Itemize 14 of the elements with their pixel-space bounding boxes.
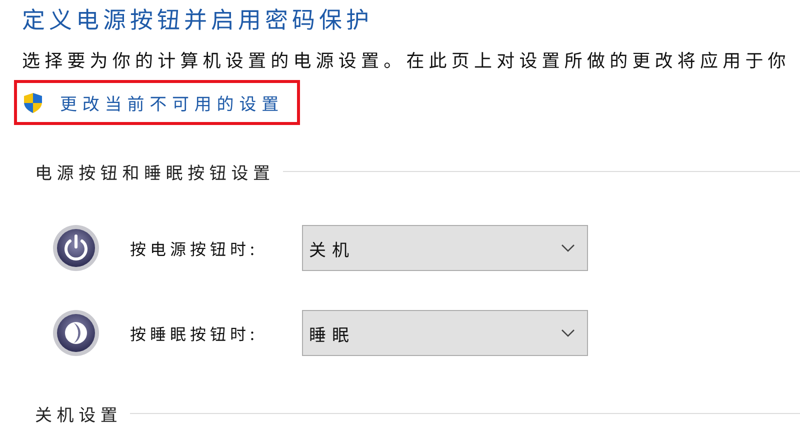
section-heading: 电源按钮和睡眠按钮设置 <box>35 159 275 184</box>
section-heading: 关机设置 <box>35 401 122 426</box>
moon-icon <box>52 309 100 357</box>
setting-label: 按电源按钮时: <box>130 236 260 260</box>
setting-label: 按睡眠按钮时: <box>130 321 260 345</box>
chevron-down-icon <box>561 244 575 252</box>
chevron-down-icon <box>561 329 575 337</box>
page-title: 定义电源按钮并启用密码保护 <box>22 3 374 33</box>
action-dropdown[interactable]: 睡眠 <box>302 310 588 356</box>
action-dropdown[interactable]: 关机 <box>302 225 588 271</box>
change-settings-link[interactable]: 更改当前不可用的设置 <box>60 90 284 115</box>
shield-icon <box>24 92 42 112</box>
description-text: 选择要为你的计算机设置的电源设置。在此页上对设置所做的更改将应用于你 <box>22 48 792 72</box>
power-icon <box>52 224 100 272</box>
